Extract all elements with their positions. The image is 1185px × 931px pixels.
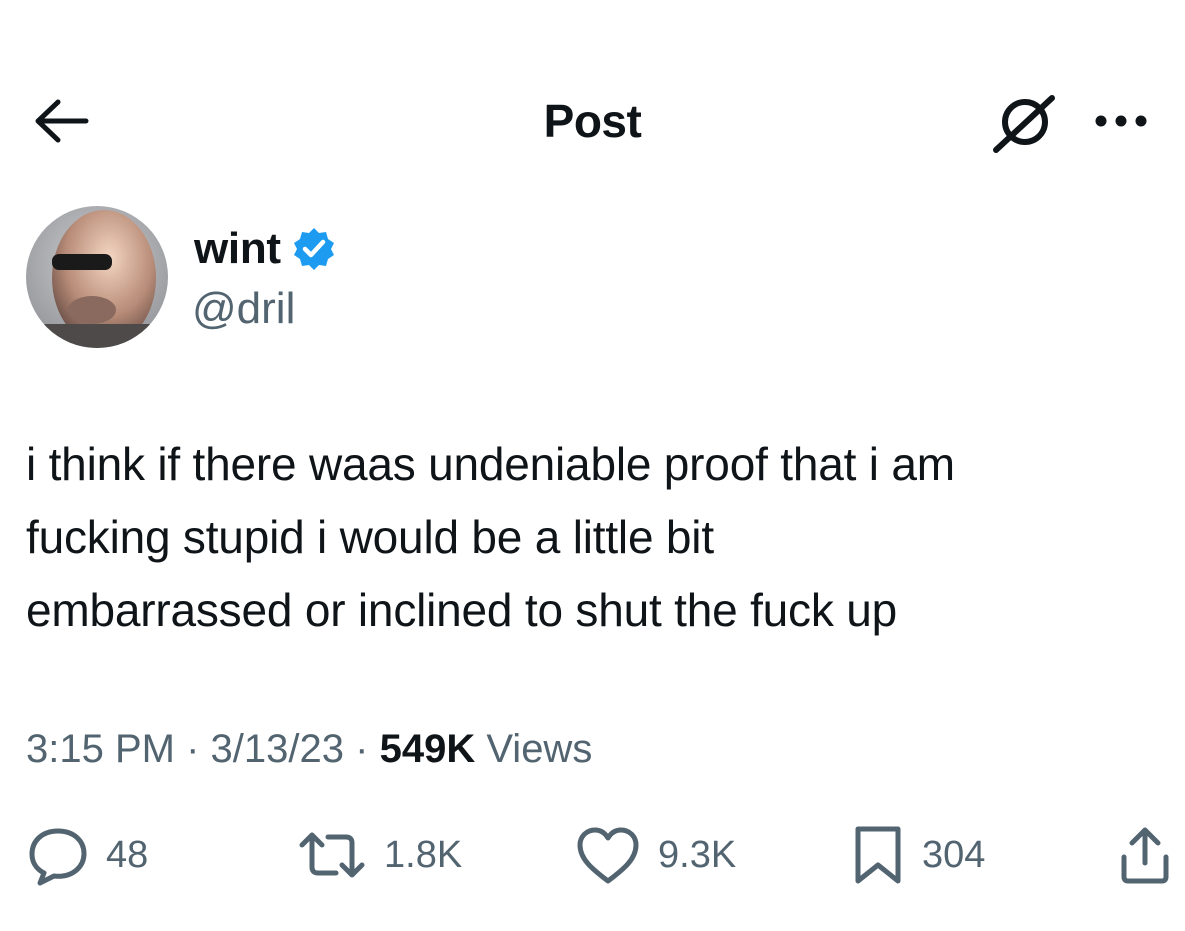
reply-count: 48 bbox=[106, 833, 149, 876]
action-bar: 48 1.8K 9.3K 304 bbox=[0, 820, 1185, 890]
top-bar: Post bbox=[0, 0, 1185, 200]
like-count: 9.3K bbox=[658, 833, 737, 876]
meta-separator: · bbox=[186, 727, 200, 771]
more-options-button[interactable] bbox=[1088, 106, 1154, 136]
tweet-text-line: i think if there waas undeniable proof t… bbox=[26, 438, 955, 490]
tweet-metadata: 3:15 PM · 3/13/23 · 549K Views bbox=[26, 724, 592, 774]
repost-icon bbox=[299, 832, 365, 878]
bookmark-button[interactable]: 304 bbox=[850, 820, 985, 890]
like-button[interactable]: 9.3K bbox=[574, 820, 736, 890]
repost-count: 1.8K bbox=[384, 833, 463, 876]
views-count: 549K bbox=[379, 727, 476, 771]
repost-button[interactable]: 1.8K bbox=[296, 820, 462, 890]
share-icon bbox=[1121, 827, 1169, 884]
share-button[interactable] bbox=[1116, 820, 1174, 890]
views-label: Views bbox=[486, 727, 593, 771]
tweet-text-line: embarrassed or inclined to shut the fuck… bbox=[26, 584, 897, 636]
avatar-image bbox=[26, 206, 168, 348]
reply-icon bbox=[29, 828, 87, 886]
reply-button[interactable]: 48 bbox=[26, 820, 148, 890]
bookmark-count: 304 bbox=[922, 833, 986, 876]
grok-button[interactable] bbox=[990, 92, 1060, 154]
author-handle[interactable]: @dril bbox=[192, 284, 295, 334]
avatar[interactable] bbox=[26, 206, 168, 348]
author-name-row[interactable]: wint bbox=[194, 224, 337, 274]
tweet-text-line: fucking stupid i would be a little bit bbox=[26, 511, 714, 563]
heart-icon bbox=[577, 827, 639, 884]
tweet-time[interactable]: 3:15 PM bbox=[26, 727, 175, 771]
verified-badge-icon bbox=[293, 228, 334, 270]
grok-icon bbox=[993, 95, 1055, 153]
bookmark-icon bbox=[855, 826, 901, 884]
tweet-date[interactable]: 3/13/23 bbox=[211, 727, 344, 771]
meta-separator: · bbox=[355, 727, 369, 771]
more-dots-icon bbox=[1095, 115, 1147, 127]
author-display-name: wint bbox=[194, 224, 281, 273]
tweet-text: i think if there waas undeniable proof t… bbox=[26, 428, 1166, 647]
